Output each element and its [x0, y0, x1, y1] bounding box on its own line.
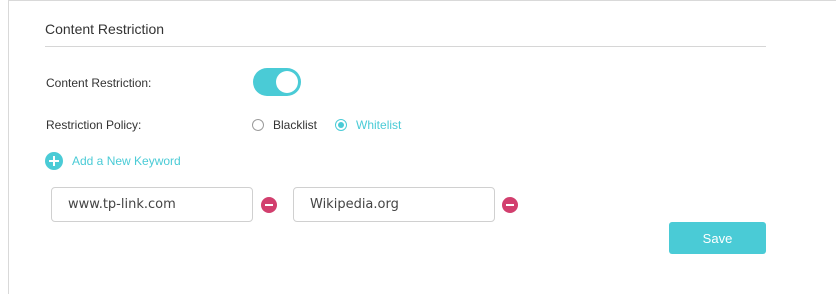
radio-blacklist-label[interactable]: Blacklist — [273, 118, 317, 132]
content-restriction-panel: Content Restriction Content Restriction:… — [8, 0, 836, 294]
content-restriction-toggle[interactable] — [253, 68, 301, 96]
keyword-input-1[interactable] — [51, 187, 253, 222]
radio-blacklist-circle[interactable] — [252, 119, 264, 131]
radio-whitelist-circle[interactable] — [335, 119, 348, 131]
add-keyword-label[interactable]: Add a New Keyword — [72, 154, 181, 168]
section-divider — [45, 46, 766, 47]
keyword-input-2[interactable] — [293, 187, 495, 222]
section-title: Content Restriction — [45, 21, 165, 37]
content-restriction-label: Content Restriction: — [46, 76, 152, 90]
minus-circle-icon[interactable] — [502, 197, 518, 213]
radio-whitelist-label[interactable]: Whitelist — [356, 118, 401, 132]
restriction-policy-label: Restriction Policy: — [46, 118, 142, 132]
radio-blacklist[interactable]: Blacklist — [252, 118, 317, 132]
save-button[interactable]: Save — [669, 222, 766, 254]
minus-circle-icon[interactable] — [261, 197, 277, 213]
radio-whitelist[interactable]: Whitelist — [335, 118, 401, 132]
toggle-knob — [276, 71, 298, 93]
plus-circle-icon[interactable] — [45, 152, 63, 170]
add-keyword-button[interactable]: Add a New Keyword — [45, 152, 181, 170]
restriction-policy-radio-group: Blacklist Whitelist — [252, 117, 419, 133]
